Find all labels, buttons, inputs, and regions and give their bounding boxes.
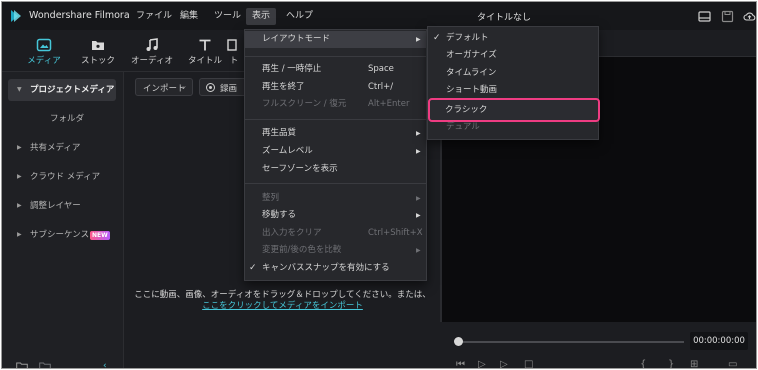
submenu-arrow-icon: ▶ <box>416 195 421 202</box>
sidebar-item-label: サブシーケンス <box>30 230 90 240</box>
menu-tools[interactable]: ツール <box>208 8 247 25</box>
play-reverse-icon[interactable]: ▷ <box>500 359 508 368</box>
sidebar-item-label: プロジェクトメディア <box>30 85 115 95</box>
menu-file[interactable]: ファイル <box>130 8 178 25</box>
record-button-label: 録画 <box>220 84 238 94</box>
menu-item-show-safe-zone[interactable]: セーフゾーンを表示 <box>245 161 426 178</box>
sidebar-item-label: フォルダ <box>50 114 85 124</box>
menu-item-clear-in-out: 出入力をクリア Ctrl+Shift+X <box>262 228 423 238</box>
checkmark-icon: ✓ <box>249 263 257 273</box>
display-icon[interactable]: ▭ <box>728 359 737 368</box>
stock-icon <box>92 41 104 50</box>
document-title: タイトルなし <box>476 13 531 23</box>
menu-item-layout-mode[interactable]: レイアウトモード ▶ <box>245 31 426 48</box>
tab-titles-label: タイトル <box>187 56 222 66</box>
sidebar-item-subsequence[interactable]: ▶ サブシーケンス NEW <box>8 224 116 246</box>
sidebar-item-shared-media[interactable]: ▶ 共有メディア <box>8 137 116 159</box>
menu-item-compare-color: 変更前/後の色を比較 ▶ <box>245 242 426 259</box>
submenu-arrow-icon: ▶ <box>416 212 421 219</box>
title-bar: Wondershare Filmora ファイル 編集 ツール 表示 ヘルプ タ… <box>2 2 756 30</box>
new-badge: NEW <box>90 231 110 240</box>
filmora-logo-icon <box>11 10 21 22</box>
menu-item-play-pause[interactable]: 再生 / 一時停止 Space <box>245 61 426 78</box>
stop-icon[interactable]: □ <box>524 359 533 368</box>
submenu-arrow-icon: ▶ <box>416 130 421 137</box>
tab-stock-label: ストック <box>80 56 115 66</box>
save-icon[interactable] <box>721 10 734 23</box>
caret-right-icon: ▶ <box>17 231 22 238</box>
layout-mode-submenu: ✓ デフォルト オーガナイズ タイムライン ショート動画 クラシック デュアル <box>427 26 600 140</box>
mark-out-icon[interactable]: } <box>668 359 674 368</box>
layout-icon[interactable] <box>698 10 711 23</box>
tab-audio-label: オーディオ <box>131 56 173 66</box>
caret-right-icon: ▶ <box>17 202 22 209</box>
menu-item-canvas-snap[interactable]: ✓ キャンバススナップを有効にする <box>245 260 426 277</box>
cloud-upload-icon[interactable] <box>743 10 756 23</box>
menu-item-fullscreen: フルスクリーン / 復元 Alt+Enter <box>262 99 410 109</box>
prev-frame-icon[interactable]: ⏮ <box>456 359 465 368</box>
import-button[interactable]: インポート ⌄ <box>135 78 193 96</box>
import-button-label: インポート <box>143 84 186 94</box>
sidebar-item-folder[interactable]: フォルダ <box>8 108 116 130</box>
menu-help[interactable]: ヘルプ <box>280 8 319 25</box>
submenu-arrow-icon: ▶ <box>416 36 421 43</box>
caret-right-icon: ▶ <box>17 144 22 151</box>
layout-option-dual: デュアル <box>446 122 480 132</box>
sidebar-item-label: クラウド メディア <box>30 172 101 182</box>
music-note-icon <box>146 38 158 51</box>
tab-transitions-label: ト <box>229 56 239 66</box>
title-t-icon <box>199 39 211 51</box>
tab-audio[interactable]: オーディオ <box>130 38 174 68</box>
tab-titles[interactable]: タイトル <box>183 38 227 68</box>
scrub-handle[interactable] <box>454 337 463 346</box>
play-icon[interactable]: ▷ <box>478 359 486 368</box>
caret-right-icon: ▶ <box>17 173 22 180</box>
sidebar-item-project-media[interactable]: ▼ プロジェクトメディア <box>8 79 116 101</box>
sidebar-item-cloud-media[interactable]: ▶ クラウド メディア <box>8 166 116 188</box>
sidebar-item-label: 調整レイヤー <box>30 201 81 211</box>
layout-option-default[interactable]: ✓ デフォルト <box>428 30 598 47</box>
add-folder-icon[interactable] <box>16 362 28 369</box>
menu-divider <box>245 56 426 57</box>
transition-icon <box>227 39 237 51</box>
tab-stock[interactable]: ストック <box>76 38 120 68</box>
caret-down-icon: ▼ <box>17 86 22 93</box>
media-sidebar: ▼ プロジェクトメディア フォルダ ▶ 共有メディア ▶ クラウド メディア ▶… <box>2 72 124 369</box>
record-icon <box>206 83 215 92</box>
submenu-arrow-icon: ▶ <box>416 148 421 155</box>
scrub-track[interactable] <box>460 341 684 343</box>
menu-divider <box>245 119 426 120</box>
submenu-arrow-icon: ▶ <box>416 247 421 254</box>
tab-media-label: メディア <box>27 56 61 66</box>
sidebar-item-label: 共有メディア <box>30 143 81 153</box>
layout-option-short-video[interactable]: ショート動画 <box>428 82 598 99</box>
media-icon <box>36 38 52 52</box>
menu-item-playback-quality[interactable]: 再生品質 ▶ <box>245 125 426 142</box>
timecode-display: 00:00:00:00 <box>690 332 748 350</box>
record-button[interactable]: 録画 <box>199 78 247 96</box>
layout-option-organize[interactable]: オーガナイズ <box>428 47 598 64</box>
menu-item-move[interactable]: 移動する ▶ <box>245 207 426 224</box>
quality-icon[interactable]: ⊞ <box>690 359 698 368</box>
menu-edit[interactable]: 編集 <box>174 8 204 25</box>
checkmark-icon: ✓ <box>433 33 441 43</box>
menu-item-zoom-level[interactable]: ズームレベル ▶ <box>245 143 426 160</box>
view-menu-dropdown: レイアウトモード ▶ 再生 / 一時停止 Space 再生を終了 Ctrl+/ … <box>244 29 427 281</box>
tab-media[interactable]: メディア <box>22 38 66 68</box>
player-controls: 00:00:00:00 ⏮ ▷ ▷ □ { } ⊞ ▭ <box>440 322 756 368</box>
sidebar-item-adjustment-layer[interactable]: ▶ 調整レイヤー <box>8 195 116 217</box>
folder-icon[interactable] <box>39 362 51 369</box>
tab-transitions[interactable]: ト <box>224 38 244 68</box>
menu-item-align: 整列 ▶ <box>245 190 426 207</box>
import-media-link[interactable]: ここをクリックしてメディアをインポート <box>125 299 440 311</box>
filmora-window: Wondershare Filmora ファイル 編集 ツール 表示 ヘルプ タ… <box>1 1 757 369</box>
menu-view[interactable]: 表示 <box>246 8 277 25</box>
chevron-down-icon: ⌄ <box>181 82 187 90</box>
layout-option-timeline[interactable]: タイムライン <box>428 65 598 82</box>
menu-divider <box>245 183 426 184</box>
collapse-sidebar-icon[interactable]: ‹ <box>103 361 107 368</box>
app-name: Wondershare Filmora <box>29 10 130 21</box>
menu-item-stop-playback[interactable]: 再生を終了 Ctrl+/ <box>245 79 426 96</box>
mark-in-icon[interactable]: { <box>640 359 646 368</box>
